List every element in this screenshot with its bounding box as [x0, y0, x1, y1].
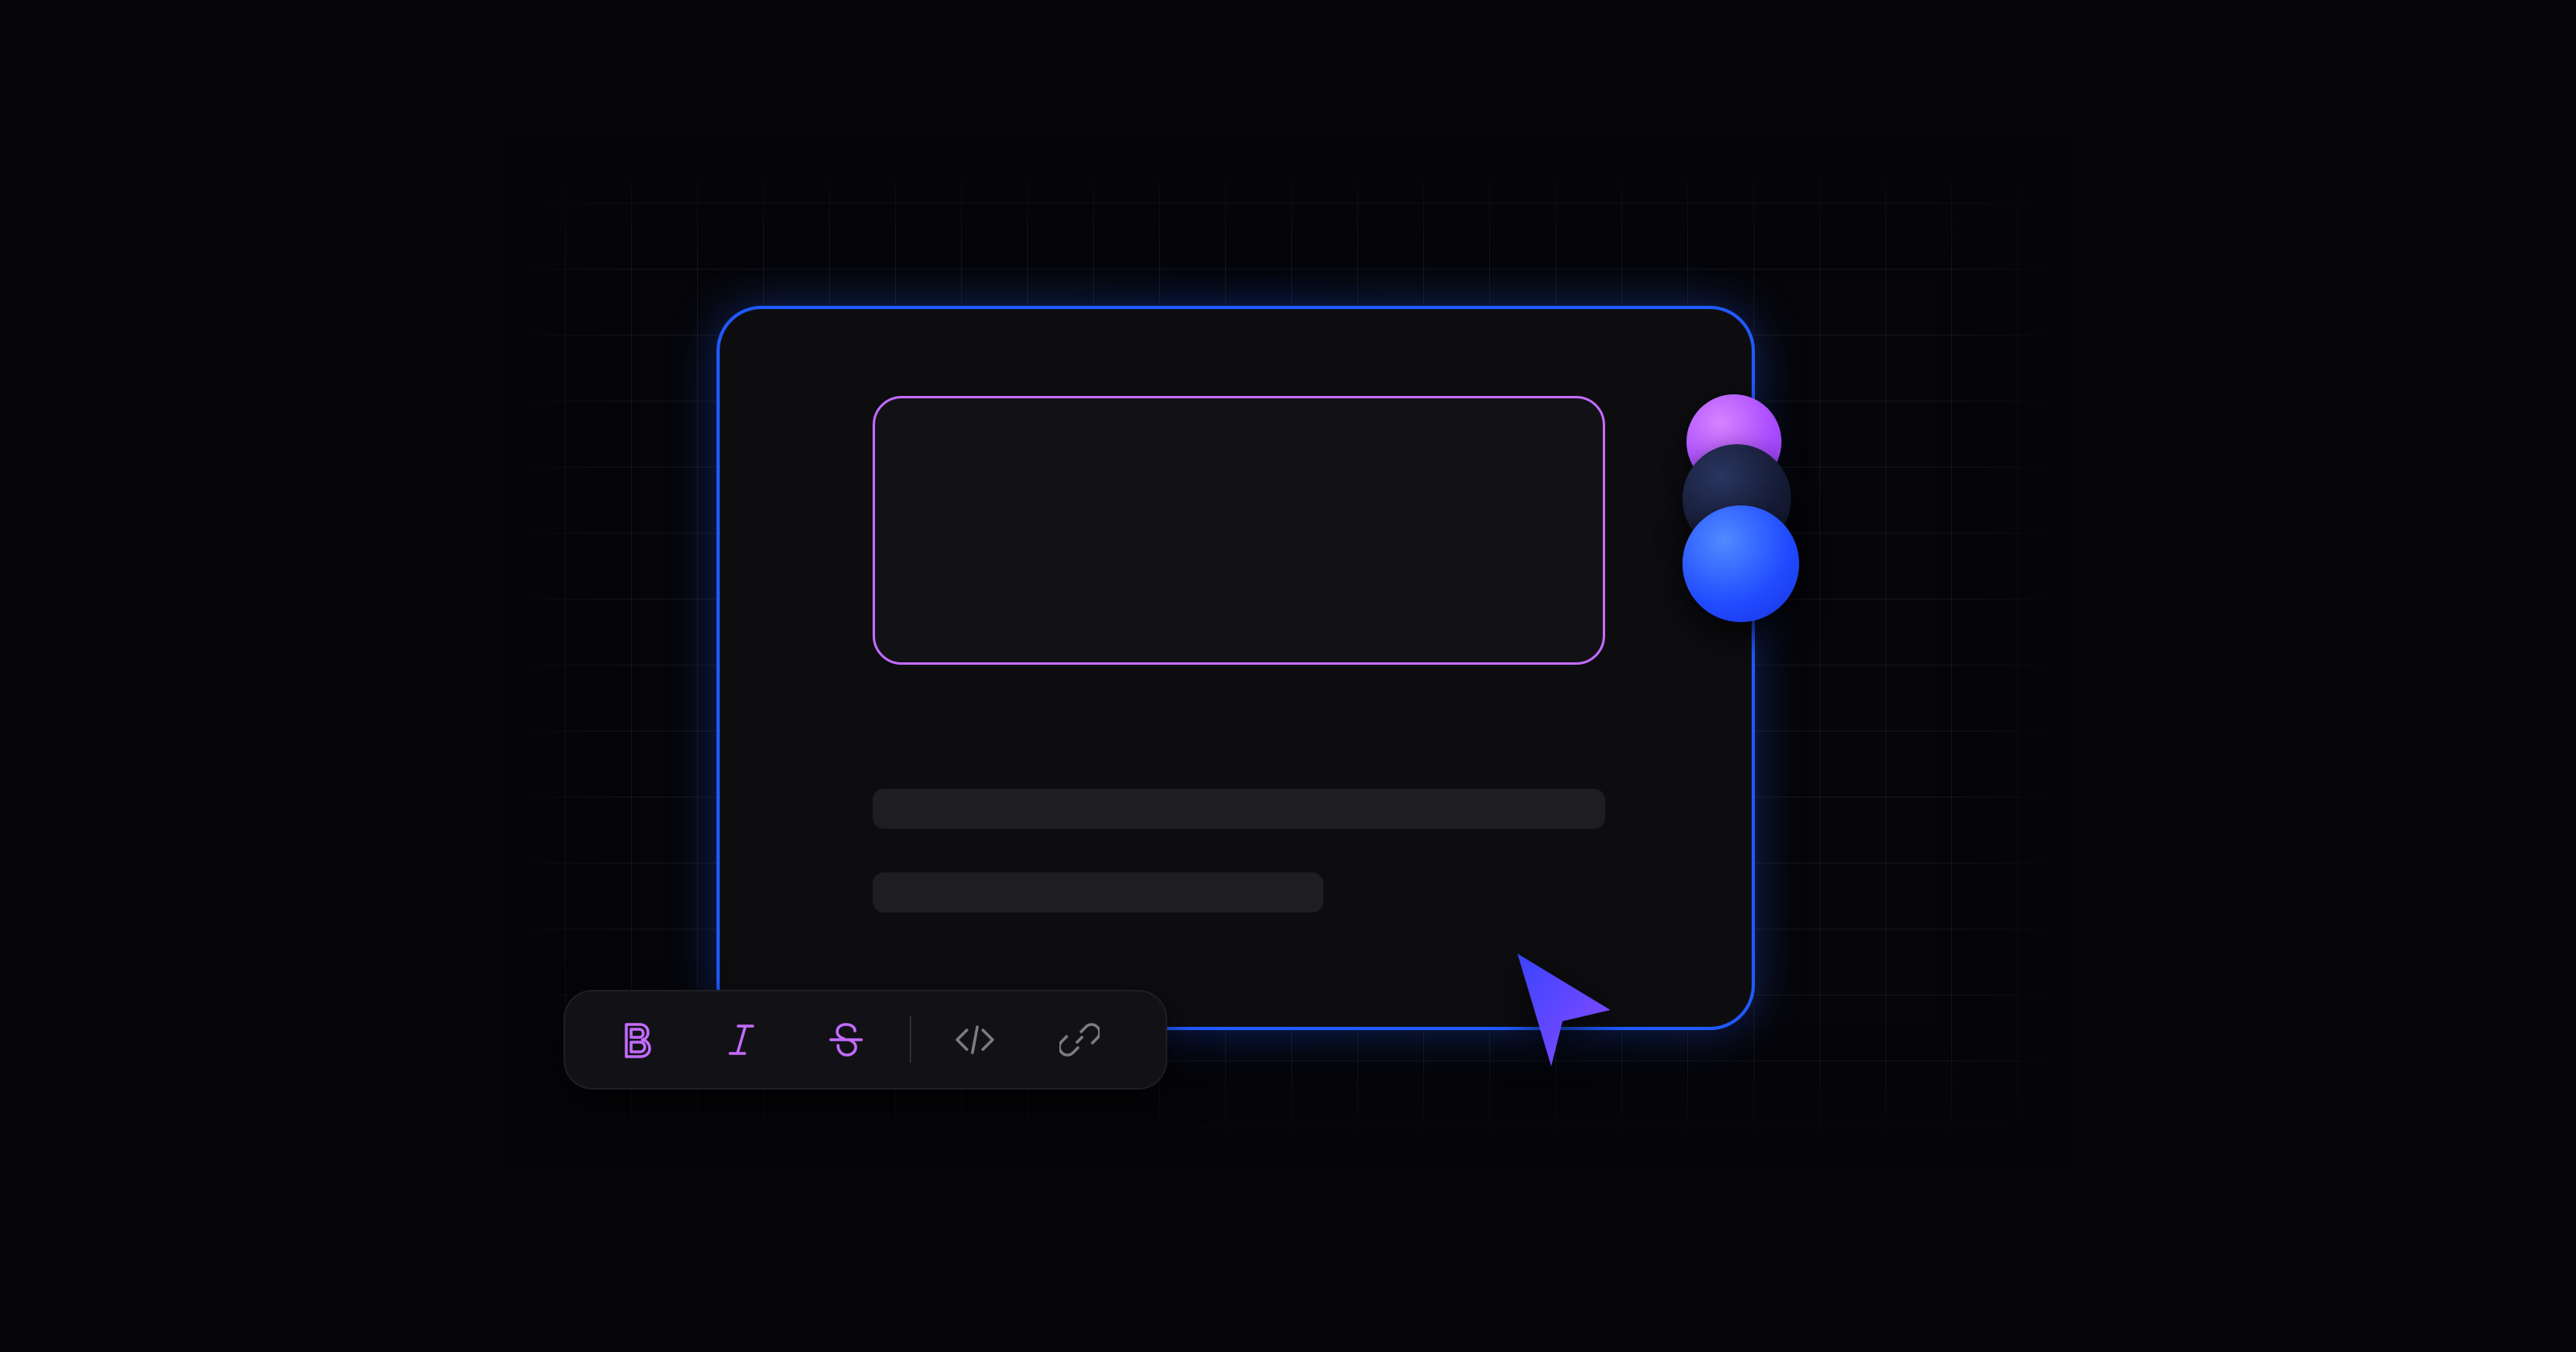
link-button[interactable]: [1035, 1004, 1124, 1076]
italic-button[interactable]: [697, 1004, 786, 1076]
stage: [0, 0, 2576, 1352]
strikethrough-button[interactable]: [802, 1004, 890, 1076]
placeholder-line: [873, 872, 1323, 913]
strikethrough-icon: [828, 1021, 865, 1058]
link-icon: [1059, 1020, 1100, 1060]
formatting-toolbar: [564, 990, 1167, 1090]
code-button[interactable]: [931, 1004, 1019, 1076]
code-icon: [952, 1024, 997, 1056]
bold-icon: [620, 1021, 654, 1058]
editor-canvas[interactable]: [716, 306, 1755, 1030]
selected-block[interactable]: [873, 396, 1605, 665]
cursor-icon: [1489, 937, 1630, 1078]
color-swatch-blue[interactable]: [1682, 505, 1799, 622]
placeholder-line: [873, 789, 1605, 829]
italic-icon: [725, 1021, 758, 1058]
color-swatch-stack: [1682, 394, 1803, 620]
toolbar-divider: [910, 1016, 911, 1063]
bold-button[interactable]: [592, 1004, 681, 1076]
